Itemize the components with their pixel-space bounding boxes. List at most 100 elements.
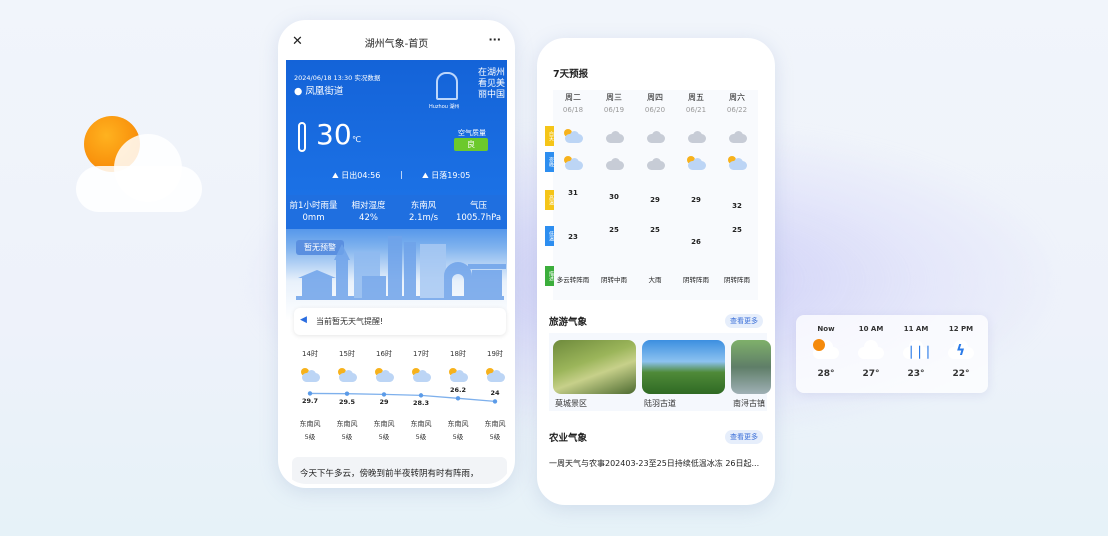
night-weather-icon [727, 156, 747, 170]
widget-time: 11 AM [903, 325, 929, 333]
cloud-icon [856, 337, 886, 365]
location-pin-icon: ● [294, 86, 303, 97]
day-column[interactable] [717, 90, 758, 300]
hour-wind-level: 5级 [489, 433, 501, 441]
hour-wind-level: 5级 [304, 433, 316, 441]
location[interactable]: ● 凤凰街道 [294, 83, 343, 97]
cloud-part [693, 131, 702, 140]
hour-wind-level: 5级 [341, 433, 353, 441]
high-temp-label: 32 [732, 202, 742, 210]
widget-item: 10 AM 27° [851, 325, 891, 379]
hour-label: 17时 [413, 350, 429, 358]
night-weather-icon [563, 156, 583, 170]
day-date: 06/21 [685, 106, 707, 114]
day-name: 周五 [688, 93, 704, 102]
day-name: 周三 [606, 93, 622, 102]
day-name: 周二 [565, 93, 581, 102]
agri-article-link[interactable]: 一周天气与农事202403-23至25日持续低温冰冻 26日起... [549, 458, 759, 469]
timestamp: 2024/06/18 13:30 实况数据 [294, 74, 381, 82]
stat-value: 42% [359, 213, 378, 223]
low-temp-label: 25 [732, 225, 742, 234]
hour-label: 15时 [339, 350, 355, 358]
day-date: 06/18 [562, 106, 584, 114]
cloud-part [455, 370, 464, 379]
cloud-part [418, 370, 427, 379]
data-point [344, 391, 350, 396]
row-label: 白天 [545, 126, 554, 146]
spot-label[interactable]: 莫城景区 [555, 398, 587, 409]
stat-label: 东南风 [410, 201, 437, 211]
spot-label[interactable]: 陆羽古道 [644, 398, 676, 409]
tourism-title: 旅游气象 [549, 317, 588, 328]
night-weather-icon [645, 156, 665, 170]
spot-label[interactable]: 南浔古镇 [733, 398, 765, 409]
data-point [381, 392, 387, 397]
widget-temp: 27° [862, 369, 880, 379]
logo-text: Huzhou 湖州 [429, 104, 460, 110]
row-label: 描述 [545, 266, 554, 286]
day-date: 06/19 [603, 106, 625, 114]
day-weather-icon [727, 129, 747, 143]
cloud-part [734, 131, 743, 140]
hour-wind: 东南风 [299, 420, 321, 428]
calligraphy-logo: 在湖州看见美丽中国 [478, 68, 506, 100]
stat-label: 前1小时雨量 [289, 201, 338, 211]
high-temp-label: 29 [691, 195, 701, 204]
day-date: 06/22 [726, 106, 748, 114]
hour-temp-label: 24 [490, 389, 500, 398]
close-icon[interactable]: ✕ [292, 34, 303, 49]
cloud-part [652, 158, 661, 167]
stat-item: 气压 1005.7hPa [451, 200, 506, 224]
notice-card[interactable]: ◀ 当前暂无天气提醒! [294, 308, 506, 335]
spot-image-0[interactable] [553, 340, 636, 394]
aqi-label: 空气质量 [458, 129, 486, 137]
phone-forecast-screen: 7天预报 旅游气象 查看更多 莫城景区 陆羽古道 南浔古镇 农业气象 查看更多 … [537, 38, 775, 505]
more-icon[interactable]: ··· [488, 33, 501, 46]
row-label: 夜晚 [545, 152, 554, 172]
widget-item: 12 PM ϟ 22° [941, 325, 981, 379]
agri-more-button[interactable]: 查看更多 [725, 430, 763, 444]
cloud-part [344, 370, 353, 379]
widget-temp: 28° [817, 369, 835, 379]
day-weather-icon [645, 129, 665, 143]
cloud-part [307, 370, 316, 379]
hour-label: 18时 [450, 350, 466, 358]
cloud-part [693, 158, 702, 167]
sun-cloud-icon [811, 337, 841, 365]
divider: | [400, 170, 403, 179]
stat-label: 气压 [469, 201, 487, 211]
hour-temp-label: 29.7 [301, 397, 319, 406]
day-weather-icon [686, 129, 706, 143]
hour-temp-label: 29.5 [338, 397, 356, 406]
hour-label: 16时 [376, 350, 392, 358]
partly-cloudy-icon [411, 368, 431, 382]
widget-time: 10 AM [858, 325, 884, 333]
stat-item: 相对湿度 42% [341, 200, 396, 224]
day-description: 阴转阵雨 [683, 276, 709, 284]
hourly-widget: Now 28° 10 AM 27° 11 AM ᛁᛁᛁ 23° 12 PM ϟ 22° [796, 315, 988, 393]
row-label: 高温 [545, 190, 554, 210]
widget-time: 12 PM [948, 325, 974, 333]
day-date: 06/20 [644, 106, 666, 114]
data-point [492, 399, 498, 404]
spot-image-2[interactable] [731, 340, 771, 394]
widget-temp: 23° [907, 369, 925, 379]
tourism-more-button[interactable]: 查看更多 [725, 314, 763, 328]
hour-wind: 东南风 [336, 420, 358, 428]
current-temperature: 30 [316, 118, 352, 151]
speaker-icon: ◀ [300, 315, 307, 325]
page-title: 湖州气象-首页 [364, 38, 429, 50]
day-description: 多云转阵雨 [556, 276, 590, 284]
hour-wind-level: 5级 [378, 433, 390, 441]
high-temp-label: 31 [568, 189, 578, 198]
phone-home-screen: ✕ 湖州气象-首页 ··· 2024/06/18 13:30 实况数据 ● 凤凰… [278, 20, 515, 488]
spot-image-1[interactable] [642, 340, 725, 394]
hour-temp-label: 26.2 [449, 386, 467, 395]
cloud-part [492, 370, 501, 379]
thermometer-icon [298, 122, 306, 152]
stat-value: 2.1m/s [408, 213, 439, 223]
partly-cloudy-icon [337, 368, 357, 382]
summary-text: 今天下午多云，傍晚到前半夜转阴有时有阵雨， [300, 469, 479, 479]
aqi-badge[interactable]: 良 [454, 138, 488, 151]
low-temp-label: 23 [568, 232, 578, 241]
